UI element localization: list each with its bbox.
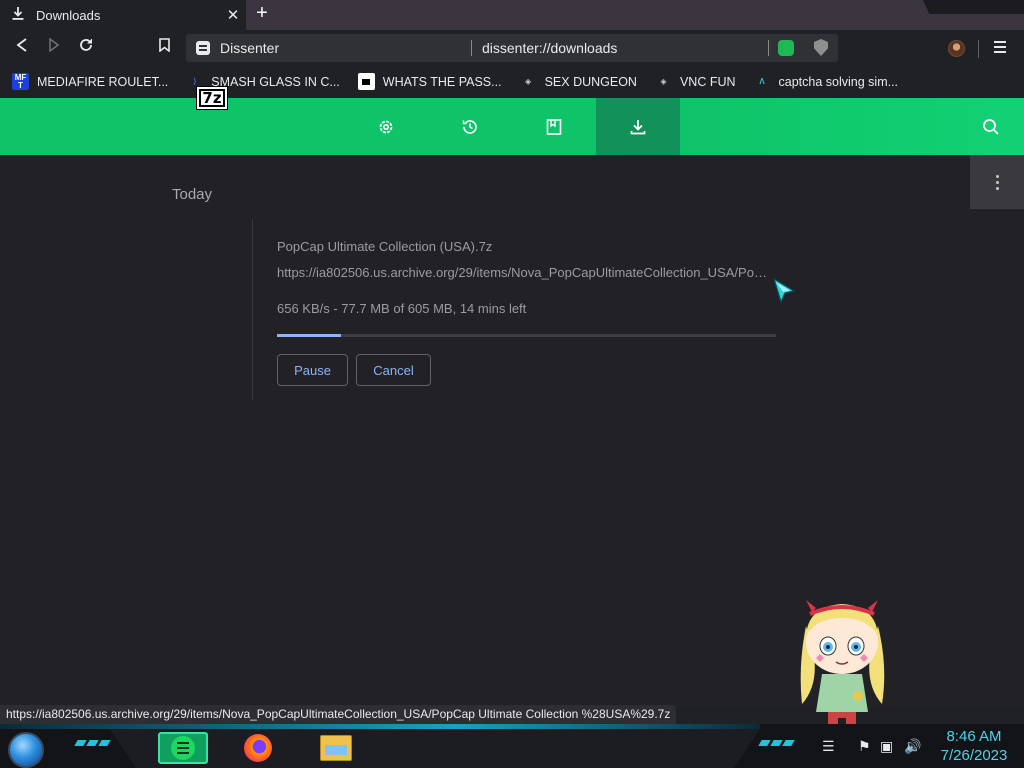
download-icon [12, 7, 28, 23]
file-explorer-icon [320, 735, 352, 761]
dungeon-icon: ◈ [525, 77, 532, 86]
menu-icon[interactable] [994, 41, 1006, 53]
tab-downloads[interactable]: Downloads ✕ [0, 0, 246, 30]
bookmark-vnc-fun[interactable]: ◈ VNC FUN [655, 73, 736, 90]
clock-time: 8:46 AM [946, 728, 1002, 745]
downloads-header [0, 98, 1024, 155]
bookmark-label: MEDIAFIRE ROULET... [37, 74, 169, 89]
taskbar-decoration [74, 740, 111, 746]
back-button[interactable] [10, 36, 34, 60]
bookmark-label: VNC FUN [679, 74, 736, 89]
taskbar-file-explorer[interactable] [318, 732, 354, 764]
site-name: Dissenter [220, 40, 280, 56]
bookmark-whats-the-pass[interactable]: WHATS THE PASS... [357, 73, 502, 90]
start-button[interactable] [8, 732, 44, 768]
search-icon [983, 119, 999, 135]
search-button[interactable] [980, 116, 1002, 138]
firefox-icon [244, 734, 272, 762]
nav-settings[interactable] [344, 98, 428, 155]
pass-icon [357, 73, 375, 90]
vnc-icon: ◈ [660, 77, 667, 86]
downloads-icon [630, 119, 646, 134]
bookmark-label: captcha solving sim... [778, 74, 899, 89]
window-decoration [922, 0, 1024, 14]
network-icon[interactable]: ▣ [880, 738, 893, 755]
download-progress-bar [277, 334, 776, 337]
mouse-cursor-icon [772, 277, 796, 304]
taskbar-decoration-right [758, 740, 795, 746]
bookmarks-bar: MF T MEDIAFIRE ROULET... ⟩ SMASH GLASS IN… [0, 65, 1024, 98]
nav-history[interactable] [428, 98, 512, 155]
new-tab-button[interactable]: + [252, 3, 272, 24]
taskbar-firefox[interactable] [240, 732, 276, 764]
flag-icon[interactable]: ⚑ [858, 738, 871, 755]
link-status-bubble: https://ia802506.us.archive.org/29/items… [0, 705, 677, 724]
taskbar: ☰ ⚑ ▣ 🔊 8:46 AM 7/26/2023 [0, 724, 1024, 768]
show-hidden-icons-icon[interactable]: ☰ [822, 738, 835, 755]
download-url-link[interactable]: https://ia802506.us.archive.org/29/items… [277, 265, 773, 280]
captcha-icon: Λ [759, 77, 765, 86]
bookmark-icon [158, 38, 170, 53]
system-clock[interactable]: 8:46 AM 7/26/2023 [934, 727, 1014, 765]
bookmark-mediafire[interactable]: MF T MEDIAFIRE ROULET... [12, 73, 168, 90]
day-label: Today [172, 186, 213, 203]
dissenter-extension-icon[interactable] [778, 40, 794, 56]
cartoon-character-sticker [800, 600, 885, 724]
pause-button[interactable]: Pause [277, 354, 348, 386]
back-arrow-icon [16, 38, 27, 52]
download-status: 656 KB/s - 77.7 MB of 605 MB, 14 mins le… [277, 301, 527, 316]
cancel-button[interactable]: Cancel [356, 354, 431, 386]
toolbar: Dissenter dissenter://downloads [0, 30, 1024, 65]
shield-icon[interactable] [814, 39, 828, 56]
profile-avatar[interactable] [948, 40, 965, 57]
history-icon [462, 119, 477, 134]
bookmark-sex-dungeon[interactable]: ◈ SEX DUNGEON [520, 73, 637, 90]
spotify-icon [171, 736, 195, 760]
mediafire-icon: MF T [12, 73, 29, 90]
tab-strip: Downloads ✕ + [0, 0, 1024, 30]
reload-icon [80, 39, 92, 51]
progress-fill [277, 334, 341, 337]
clock-date: 7/26/2023 [940, 747, 1008, 764]
bookmark-label: SMASH GLASS IN C... [211, 74, 340, 89]
nav-bookmarks[interactable] [512, 98, 596, 155]
close-tab-icon[interactable]: ✕ [220, 6, 246, 24]
omnibox-divider-2 [768, 40, 769, 56]
forward-arrow-icon [49, 37, 60, 53]
forward-button[interactable] [42, 36, 66, 60]
more-options-button[interactable] [970, 155, 1024, 209]
7z-file-icon: 7z [196, 86, 228, 110]
bookmark-label: SEX DUNGEON [544, 74, 637, 89]
toolbar-divider [978, 40, 979, 58]
bookmark-label: WHATS THE PASS... [382, 74, 502, 89]
tab-title: Downloads [36, 7, 101, 23]
omnibox-divider [471, 40, 472, 56]
bookmarks-icon [546, 118, 562, 135]
taskbar-spotify[interactable] [158, 732, 208, 764]
dissenter-site-icon [196, 41, 210, 55]
settings-icon [379, 120, 393, 133]
nav-downloads[interactable] [596, 98, 680, 155]
address-bar[interactable]: Dissenter dissenter://downloads [186, 34, 838, 62]
bookmark-captcha[interactable]: Λ captcha solving sim... [754, 73, 899, 90]
download-filename: PopCap Ultimate Collection (USA).7z [277, 239, 493, 254]
volume-icon[interactable]: 🔊 [904, 738, 921, 755]
reload-button[interactable] [74, 36, 98, 60]
bookmark-button[interactable] [152, 36, 176, 60]
url-text[interactable]: dissenter://downloads [482, 40, 617, 56]
